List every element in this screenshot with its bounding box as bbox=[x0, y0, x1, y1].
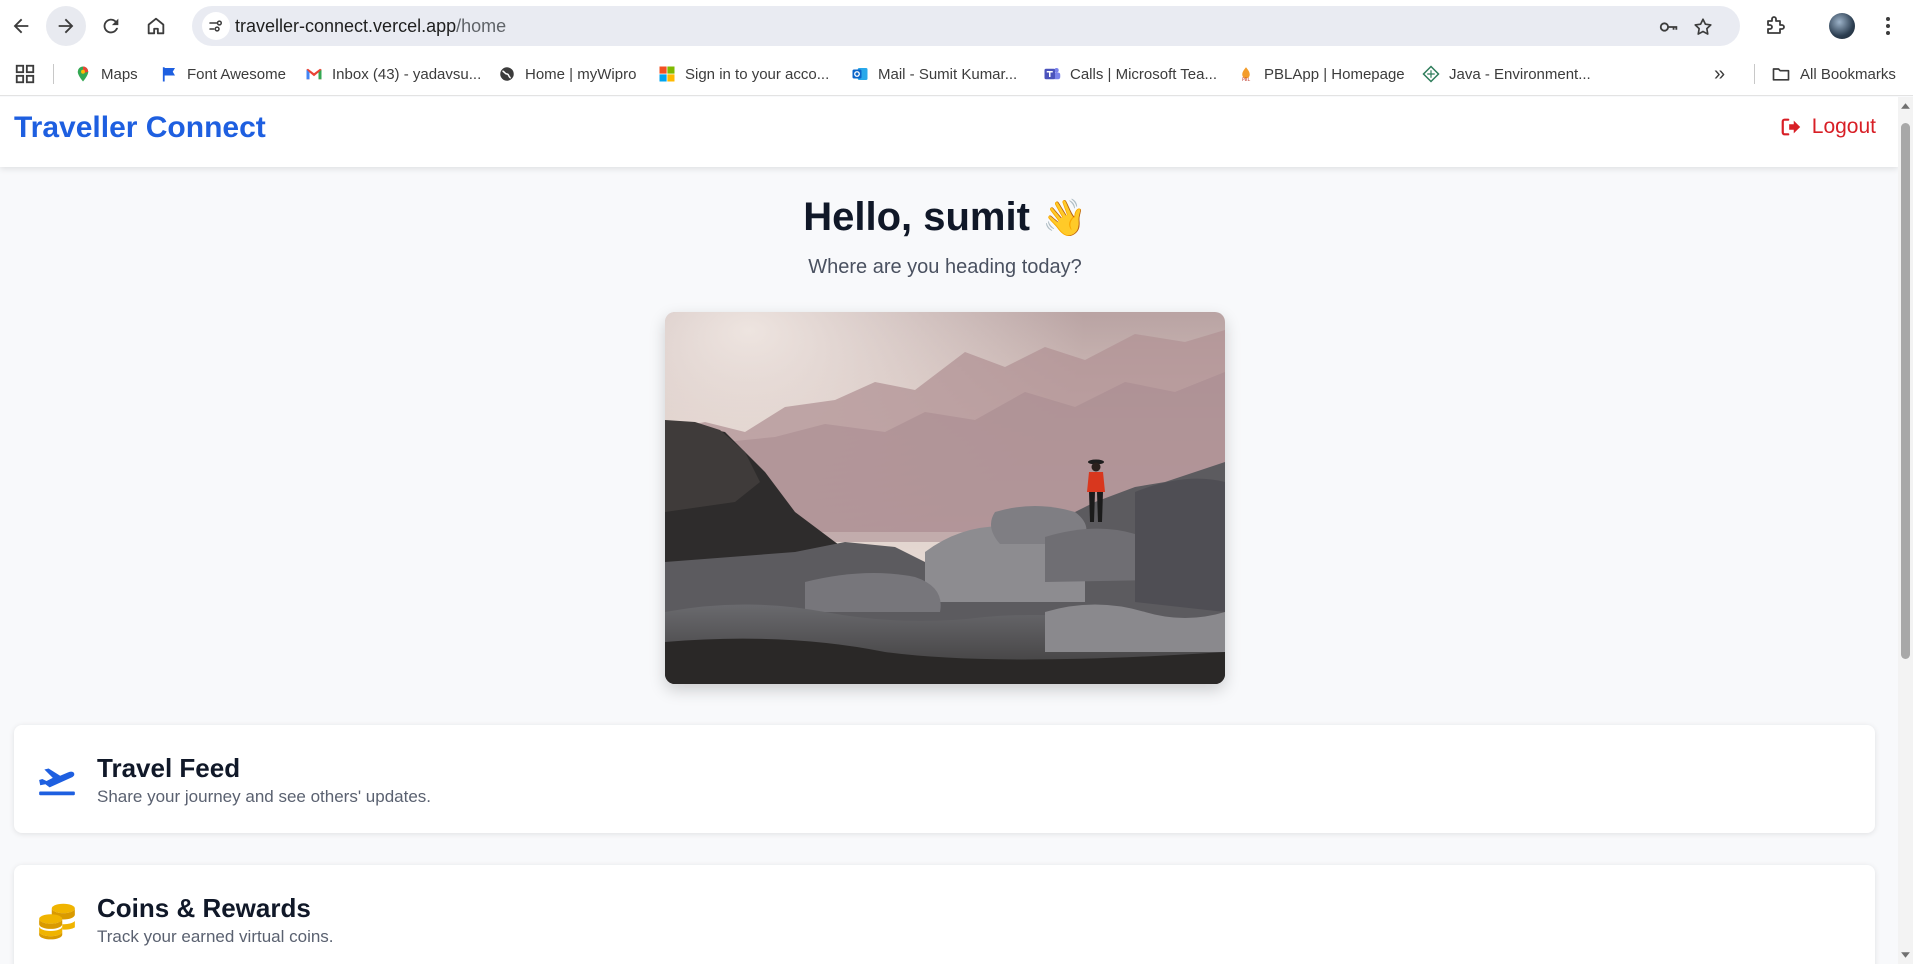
bookmark-label: Inbox (43) - yadavsu... bbox=[332, 65, 482, 83]
extensions-puzzle-icon[interactable] bbox=[1763, 14, 1787, 38]
home-button[interactable] bbox=[136, 6, 176, 46]
url-host: traveller-connect.vercel.app bbox=[235, 16, 457, 36]
hero-image bbox=[665, 312, 1225, 684]
svg-text:PBL: PBL bbox=[1242, 77, 1251, 83]
coins-rewards-card[interactable]: Coins & Rewards Track your earned virtua… bbox=[14, 865, 1875, 964]
page-viewport: Traveller Connect Logout Hello, sumit 👋 W… bbox=[0, 97, 1898, 964]
logout-label: Logout bbox=[1811, 115, 1876, 138]
bookmarks-divider bbox=[53, 64, 54, 84]
bookmark-label: Sign in to your acco... bbox=[685, 65, 830, 83]
bookmark-mywipro[interactable]: Home | myWipro bbox=[498, 62, 636, 86]
bookmark-label: Maps bbox=[101, 65, 138, 83]
globe-icon bbox=[500, 67, 514, 81]
bookmark-microsoft-signin[interactable]: Sign in to your acco... bbox=[658, 62, 829, 86]
arrow-left-icon bbox=[13, 18, 29, 34]
reload-button[interactable] bbox=[91, 6, 131, 46]
bookmarks-bar: Maps Font Awesome Inbox (43) - yadavsu..… bbox=[0, 52, 1913, 96]
card-description: Share your journey and see others' updat… bbox=[97, 787, 432, 806]
password-key-icon[interactable] bbox=[1658, 16, 1680, 38]
apps-grid-icon[interactable] bbox=[14, 63, 36, 85]
teams-icon bbox=[1044, 68, 1061, 80]
gmail-icon bbox=[306, 68, 322, 80]
page-title: Hello, sumit 👋 bbox=[0, 195, 1890, 240]
app-header: Traveller Connect Logout bbox=[0, 97, 1898, 167]
bookmark-label: All Bookmarks bbox=[1800, 65, 1896, 83]
page-subtitle: Where are you heading today? bbox=[808, 256, 1082, 278]
bookmark-label: Java - Environment... bbox=[1449, 65, 1591, 83]
url-text[interactable]: traveller-connect.vercel.app/home bbox=[235, 16, 506, 37]
diamond-grid-icon bbox=[1422, 65, 1440, 83]
microsoft-logo-icon bbox=[659, 66, 675, 82]
folder-icon bbox=[1772, 68, 1790, 81]
bookmark-label: PBLApp | Homepage bbox=[1264, 65, 1405, 83]
back-button[interactable] bbox=[1, 6, 41, 46]
bookmark-java-environment[interactable]: Java - Environment... bbox=[1422, 62, 1591, 86]
arrow-right-icon bbox=[58, 18, 74, 34]
bookmark-maps[interactable]: Maps bbox=[74, 62, 138, 86]
scrollbar-thumb[interactable] bbox=[1901, 123, 1910, 659]
bookmark-label: Font Awesome bbox=[187, 65, 286, 83]
flag-icon bbox=[162, 67, 175, 82]
logout-button[interactable]: Logout bbox=[1780, 115, 1876, 139]
bookmark-label: Calls | Microsoft Tea... bbox=[1070, 65, 1217, 83]
reload-icon bbox=[103, 18, 119, 34]
sign-out-icon bbox=[1781, 118, 1800, 136]
bookmark-star-icon[interactable] bbox=[1692, 16, 1714, 38]
bookmarks-overflow-button[interactable]: » bbox=[1714, 62, 1725, 86]
url-path: /home bbox=[456, 16, 507, 36]
bookmark-gmail-inbox[interactable]: Inbox (43) - yadavsu... bbox=[305, 62, 481, 86]
travel-feed-card[interactable]: Travel Feed Share your journey and see o… bbox=[14, 725, 1875, 833]
bookmark-teams-calls[interactable]: Calls | Microsoft Tea... bbox=[1043, 62, 1217, 86]
scroll-down-arrow-icon[interactable] bbox=[1900, 949, 1911, 960]
outlook-icon bbox=[852, 68, 868, 80]
bookmark-pblapp[interactable]: PBL PBLApp | Homepage bbox=[1237, 62, 1405, 86]
plane-departure-icon bbox=[39, 768, 75, 796]
bookmarks-divider bbox=[1754, 64, 1755, 84]
card-title: Travel Feed bbox=[97, 753, 241, 783]
maps-pin-icon bbox=[77, 66, 89, 82]
site-settings-icon[interactable] bbox=[202, 12, 230, 40]
greeting-text: Hello, sumit bbox=[803, 195, 1030, 239]
chevrons-right-icon: » bbox=[1714, 62, 1726, 85]
bookmark-label: Home | myWipro bbox=[525, 65, 637, 83]
card-description: Track your earned virtual coins. bbox=[97, 927, 334, 946]
page-scrollbar[interactable] bbox=[1898, 97, 1913, 964]
forward-button[interactable] bbox=[46, 6, 86, 46]
coins-icon bbox=[39, 903, 75, 940]
pblapp-icon: PBL bbox=[1242, 67, 1251, 83]
browser-toolbar: traveller-connect.vercel.app/home bbox=[0, 0, 1913, 52]
brand-title[interactable]: Traveller Connect bbox=[14, 111, 266, 145]
menu-kebab-icon[interactable] bbox=[1876, 14, 1900, 38]
desert-landscape-illustration bbox=[665, 312, 1225, 684]
bookmark-font-awesome[interactable]: Font Awesome bbox=[160, 62, 286, 86]
profile-avatar[interactable] bbox=[1829, 13, 1855, 39]
bookmark-outlook-mail[interactable]: Mail - Sumit Kumar... bbox=[851, 62, 1017, 86]
address-bar[interactable]: traveller-connect.vercel.app/home bbox=[192, 6, 1740, 46]
bookmark-label: Mail - Sumit Kumar... bbox=[878, 65, 1018, 83]
card-title: Coins & Rewards bbox=[97, 893, 311, 923]
home-icon bbox=[147, 17, 165, 35]
waving-hand-icon: 👋 bbox=[1041, 197, 1087, 238]
scroll-up-arrow-icon[interactable] bbox=[1900, 101, 1911, 112]
all-bookmarks-button[interactable]: All Bookmarks bbox=[1771, 62, 1896, 86]
